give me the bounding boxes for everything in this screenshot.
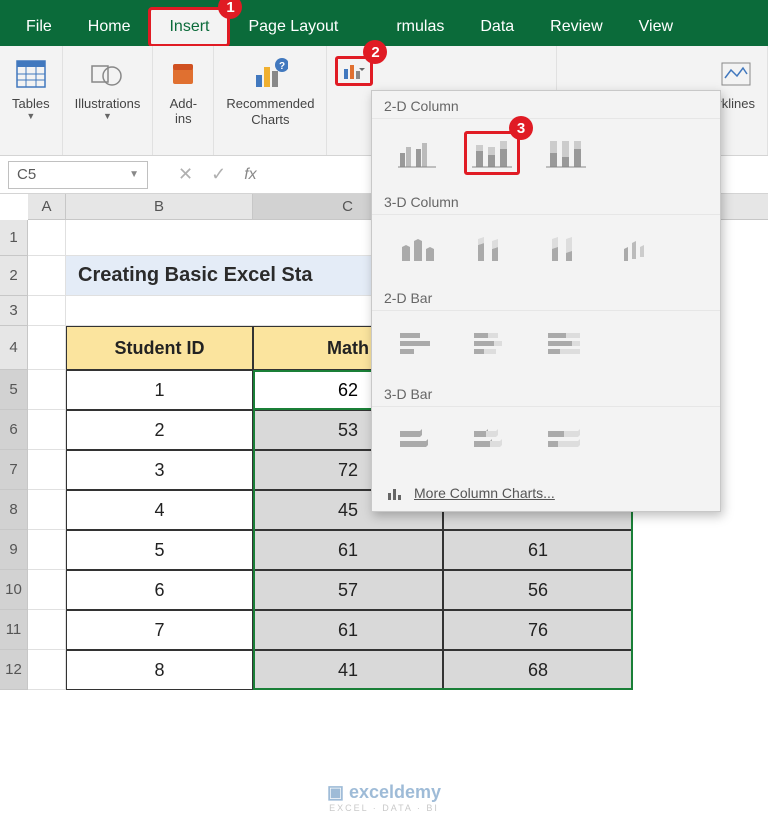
cell-math[interactable]: 41 — [253, 650, 443, 690]
row-headers: 1 2 3 4 5 6 7 8 9 10 11 12 — [0, 220, 28, 690]
col-a[interactable]: A — [28, 194, 66, 219]
row-4[interactable]: 4 — [0, 326, 28, 370]
3d-100-stacked-bar[interactable] — [538, 419, 594, 463]
cell-id[interactable]: 8 — [66, 650, 253, 690]
section-2d-bar: 2-D Bar — [372, 283, 720, 311]
table-icon — [13, 56, 49, 92]
row-10[interactable]: 10 — [0, 570, 28, 610]
cell-sci[interactable]: 76 — [443, 610, 633, 650]
chevron-down-icon: ▼ — [103, 111, 112, 121]
100-stacked-bar[interactable] — [538, 323, 594, 367]
cell-id[interactable]: 1 — [66, 370, 253, 410]
row-1[interactable]: 1 — [0, 220, 28, 256]
recommended-charts-button[interactable]: ? Recommended Charts — [222, 52, 318, 131]
3d-clustered-bar[interactable] — [390, 419, 446, 463]
addins-button[interactable]: Add- ins — [161, 52, 205, 130]
reccharts-label: Recommended Charts — [226, 96, 314, 127]
cell-sci[interactable]: 68 — [443, 650, 633, 690]
col-b[interactable]: B — [66, 194, 253, 219]
callout-2: 2 — [363, 40, 387, 64]
row-6[interactable]: 6 — [0, 410, 28, 450]
sparkline-icon — [718, 56, 754, 92]
svg-text:?: ? — [279, 61, 285, 72]
tab-data[interactable]: Data — [462, 10, 532, 44]
section-2d-column: 2-D Column — [372, 91, 720, 119]
tab-insert[interactable]: Insert 1 — [148, 7, 230, 47]
cell-id[interactable]: 5 — [66, 530, 253, 570]
shapes-icon — [89, 56, 125, 92]
tab-pagelayout[interactable]: Page Layout — [230, 10, 356, 44]
stacked-column-option[interactable]: 3 — [464, 131, 520, 175]
clustered-bar[interactable] — [390, 323, 446, 367]
fx-icon[interactable]: fx — [244, 166, 256, 184]
3d-stacked-column[interactable] — [464, 227, 520, 271]
tab-insert-label: Insert — [169, 18, 209, 35]
cell-math[interactable]: 57 — [253, 570, 443, 610]
stacked-bar[interactable] — [464, 323, 520, 367]
cell-id[interactable]: 3 — [66, 450, 253, 490]
row-5[interactable]: 5 — [0, 370, 28, 410]
section-3d-bar: 3-D Bar — [372, 379, 720, 407]
tab-view[interactable]: View — [621, 10, 691, 44]
cell-id[interactable]: 6 — [66, 570, 253, 610]
recommended-charts-icon: ? — [252, 56, 288, 92]
cancel-icon[interactable]: ✕ — [178, 164, 193, 185]
chevron-down-icon: ▼ — [129, 169, 139, 180]
cell-id[interactable]: 7 — [66, 610, 253, 650]
header-id[interactable]: Student ID — [66, 326, 253, 370]
row-7[interactable]: 7 — [0, 450, 28, 490]
row-8[interactable]: 8 — [0, 490, 28, 530]
cell-math[interactable]: 61 — [253, 610, 443, 650]
3d-column[interactable] — [612, 227, 668, 271]
cell-id[interactable]: 4 — [66, 490, 253, 530]
row-9[interactable]: 9 — [0, 530, 28, 570]
more-charts-label: More Column Charts... — [414, 485, 555, 501]
chart-type-popup: 2-D Column 3 3-D Column 2-D Bar 3-D Bar … — [371, 90, 721, 512]
tab-home[interactable]: Home — [70, 10, 149, 44]
store-icon — [165, 56, 201, 92]
100-stacked-column-option[interactable] — [538, 131, 594, 175]
name-box-value: C5 — [17, 166, 36, 183]
illustrations-button[interactable]: Illustrations ▼ — [71, 52, 145, 125]
cell-sci[interactable]: 61 — [443, 530, 633, 570]
tab-review[interactable]: Review — [532, 10, 620, 44]
addins-label: Add- ins — [170, 96, 197, 126]
more-column-charts[interactable]: More Column Charts... — [372, 475, 720, 511]
3d-stacked-bar[interactable] — [464, 419, 520, 463]
name-box[interactable]: C5 ▼ — [8, 161, 148, 189]
sparklines-label: rklines — [717, 96, 755, 111]
tables-button[interactable]: Tables ▼ — [8, 52, 54, 125]
section-3d-column: 3-D Column — [372, 187, 720, 215]
watermark-tag: EXCEL · DATA · BI — [327, 803, 441, 813]
3d-100-stacked-column[interactable] — [538, 227, 594, 271]
cell-math[interactable]: 61 — [253, 530, 443, 570]
illustrations-label: Illustrations — [75, 96, 141, 111]
tables-label: Tables — [12, 96, 50, 111]
watermark-brand: exceldemy — [349, 782, 441, 802]
chart-icon — [386, 485, 404, 501]
chevron-down-icon: ▼ — [26, 111, 35, 121]
row-3[interactable]: 3 — [0, 296, 28, 326]
row-11[interactable]: 11 — [0, 610, 28, 650]
tab-file[interactable]: File — [8, 10, 70, 44]
row-2[interactable]: 2 — [0, 256, 28, 296]
ribbon-tabs: File Home Insert 1 Page Layout rmulas Da… — [0, 8, 768, 46]
enter-icon[interactable]: ✓ — [211, 164, 226, 185]
3d-clustered-column[interactable] — [390, 227, 446, 271]
clustered-column-option[interactable] — [390, 131, 446, 175]
row-12[interactable]: 12 — [0, 650, 28, 690]
watermark: ▣ exceldemy EXCEL · DATA · BI — [327, 782, 441, 813]
tab-formulas[interactable]: rmulas — [356, 10, 462, 44]
cell-sci[interactable]: 56 — [443, 570, 633, 610]
callout-3: 3 — [509, 116, 533, 140]
cell-id[interactable]: 2 — [66, 410, 253, 450]
